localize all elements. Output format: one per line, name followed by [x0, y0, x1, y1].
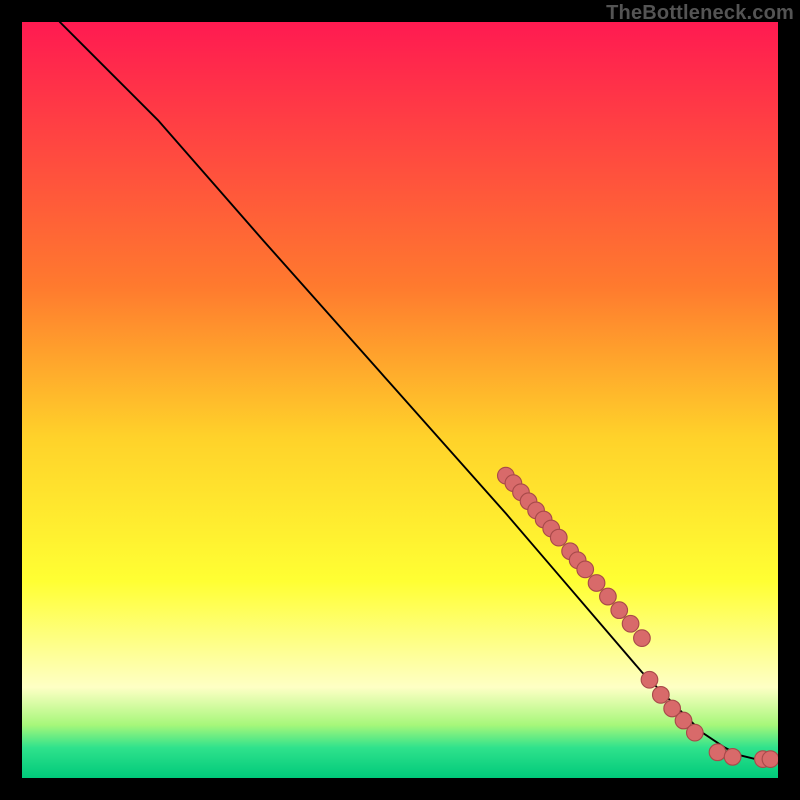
data-point [622, 615, 639, 632]
data-point [577, 561, 594, 578]
data-point [588, 575, 605, 592]
data-point [724, 749, 741, 766]
data-point [709, 744, 726, 761]
data-point [634, 630, 651, 647]
gradient-background [22, 22, 778, 778]
data-point [687, 724, 704, 741]
data-point [600, 588, 617, 605]
chart-svg [22, 22, 778, 778]
chart-plot [22, 22, 778, 778]
chart-frame: TheBottleneck.com [0, 0, 800, 800]
watermark-text: TheBottleneck.com [606, 2, 794, 25]
data-point [641, 671, 658, 688]
data-point [762, 751, 778, 768]
data-point [611, 602, 628, 619]
data-point [653, 687, 670, 704]
data-point [550, 529, 567, 546]
